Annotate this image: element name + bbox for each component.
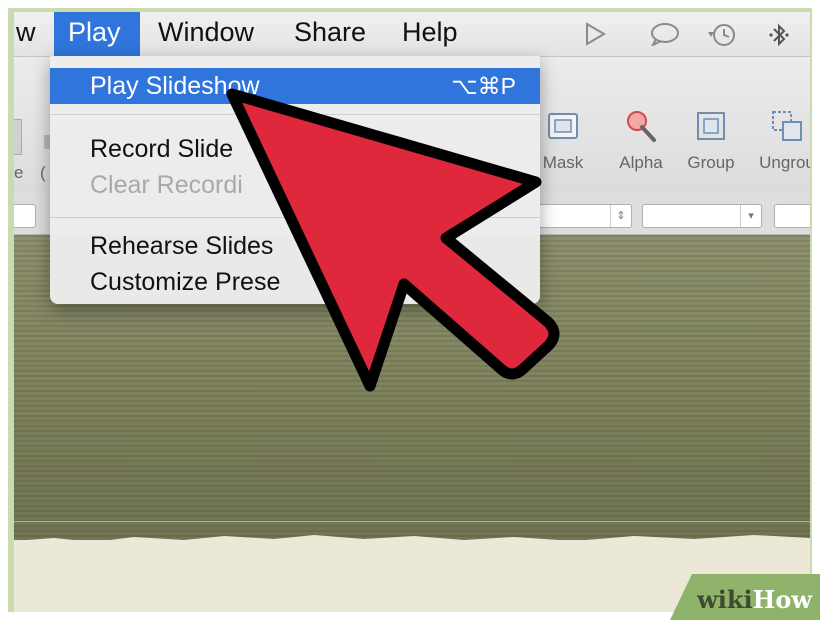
toolbar-partial-label: e bbox=[14, 163, 24, 182]
alpha-button[interactable]: Alpha bbox=[606, 109, 676, 173]
play-slideshow-shortcut: ⌥⌘P bbox=[451, 73, 516, 99]
menu-window[interactable]: Window bbox=[146, 12, 266, 56]
alignment-guide bbox=[14, 521, 810, 522]
format-field-partial[interactable] bbox=[774, 204, 810, 228]
mask-icon bbox=[546, 109, 580, 143]
menu-item-record-slideshow[interactable]: Record Slide bbox=[50, 131, 540, 167]
menu-item-clear-recording: Clear Recordi bbox=[90, 171, 243, 199]
menu-help[interactable]: Help bbox=[390, 12, 470, 56]
bluetooth-icon[interactable] bbox=[766, 22, 792, 47]
menu-item-customize-presenter[interactable]: Customize Prese bbox=[50, 264, 540, 300]
time-machine-icon[interactable] bbox=[704, 22, 740, 46]
ungroup-button[interactable]: Ungrou bbox=[752, 109, 810, 173]
speech-bubble-icon[interactable] bbox=[650, 22, 679, 48]
toolbar-partial-label: ( bbox=[40, 163, 46, 182]
font-size-stepper[interactable]: ⇕ bbox=[534, 204, 632, 228]
app-window: w Play Window Share Help e (Mask Alpha … bbox=[14, 12, 810, 612]
wikihow-logo: wikiHow bbox=[697, 585, 812, 614]
ungroup-icon bbox=[770, 109, 804, 143]
menu-play[interactable]: Play bbox=[54, 12, 140, 56]
ungroup-label: Ungrou bbox=[759, 153, 810, 172]
group-label: Group bbox=[687, 153, 735, 172]
alpha-label: Alpha bbox=[619, 153, 663, 172]
menu-bar: w Play Window Share Help bbox=[14, 12, 810, 57]
group-icon bbox=[694, 109, 728, 143]
wikihow-watermark: wikiHow bbox=[670, 574, 820, 620]
group-button[interactable]: Group bbox=[676, 109, 746, 173]
menu-item-play-slideshow[interactable]: Play Slideshow ⌥⌘P bbox=[50, 68, 540, 104]
play-menu-dropdown: Play Slideshow ⌥⌘P Record Slide Clear Re… bbox=[50, 56, 540, 304]
toolbar-partial-icon bbox=[14, 119, 22, 155]
menu-separator bbox=[50, 114, 540, 115]
play-triangle-icon[interactable] bbox=[582, 22, 608, 46]
format-bar-partial-control[interactable] bbox=[14, 204, 36, 228]
play-slideshow-label: Play Slideshow bbox=[90, 72, 260, 100]
menu-share[interactable]: Share bbox=[282, 12, 378, 56]
menu-separator bbox=[50, 217, 540, 218]
format-dropdown[interactable]: ▾ bbox=[642, 204, 762, 228]
menu-view-partial[interactable]: w bbox=[14, 12, 48, 56]
alpha-magic-wand-icon bbox=[624, 109, 658, 143]
menu-item-rehearse-slideshow[interactable]: Rehearse Slides bbox=[50, 228, 540, 264]
image-frame: w Play Window Share Help e (Mask Alpha … bbox=[8, 8, 812, 612]
